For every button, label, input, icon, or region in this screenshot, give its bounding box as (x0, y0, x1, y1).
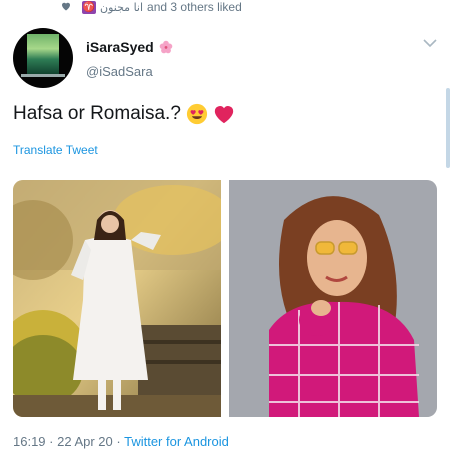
display-name-text: iSaraSyed (86, 39, 154, 55)
cherry-blossom-icon (159, 40, 173, 54)
liked-by-suffix: and 3 others liked (147, 0, 242, 14)
aries-badge-icon: ♈ (82, 0, 96, 14)
tweet-text-content: Hafsa or Romaisa.? (13, 103, 181, 124)
separator: · (112, 434, 125, 449)
avatar-caption-strip (21, 74, 65, 77)
red-heart-emoji-icon (214, 106, 234, 124)
scrollbar[interactable] (446, 88, 450, 168)
author-handle[interactable]: @iSadSara (86, 64, 153, 79)
photo-right-image (229, 180, 437, 417)
tweet-time[interactable]: 16:19 (13, 434, 46, 449)
translate-tweet-link[interactable]: Translate Tweet (13, 143, 98, 157)
social-context[interactable]: ♈ انا مجنون and 3 others liked (60, 0, 242, 14)
tweet-photo-left[interactable] (13, 180, 221, 417)
liked-by-name[interactable]: انا مجنون (100, 1, 143, 14)
tweet-source-link[interactable]: Twitter for Android (124, 434, 229, 449)
avatar-photo (27, 34, 59, 76)
photo-left-image (13, 180, 221, 417)
author-display-name[interactable]: iSaraSyed (86, 39, 173, 55)
tweet-photo-right[interactable] (229, 180, 437, 417)
heart-icon (62, 2, 70, 11)
heart-eyes-emoji-icon (186, 103, 207, 125)
tweet-text: Hafsa or Romaisa.? (13, 103, 235, 125)
tweet-date[interactable]: 22 Apr 20 (57, 434, 113, 449)
avatar[interactable] (13, 28, 73, 88)
chevron-down-icon[interactable] (423, 38, 437, 48)
tweet-metadata: 16:19 · 22 Apr 20 · Twitter for Android (13, 434, 229, 449)
separator: · (45, 434, 58, 449)
